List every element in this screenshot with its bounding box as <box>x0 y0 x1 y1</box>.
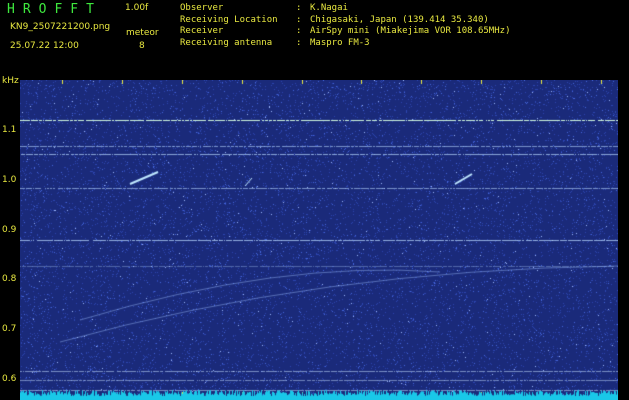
station-row-location: Receiving Location: Chigasaki, Japan (139… <box>180 14 489 25</box>
station-row-observer: Observer: K.Nagai <box>180 3 348 13</box>
date-time: 25.07.22 12:00 <box>10 41 79 51</box>
meteor-count: 8 <box>139 41 145 51</box>
app-brand: HROFFT <box>7 2 102 17</box>
header-panel: HROFFT 1.00f KN9_2507221200.png meteor 2… <box>0 0 629 76</box>
meteor-label: meteor <box>126 28 159 38</box>
freq-tick-label: 1.0 <box>2 175 17 185</box>
freq-tick-label: 0.8 <box>2 274 17 284</box>
station-row-receiver: Receiver: AirSpy mini (Miakejima VOR 108.… <box>180 26 511 36</box>
station-info: Observer: K.Nagai Receiving Location: Chig… <box>180 3 510 49</box>
freq-unit-label: kHz <box>2 76 19 86</box>
station-row-antenna: Receiving antenna: Maspro FM-3 <box>180 37 370 48</box>
app-version: 1.00f <box>125 3 149 13</box>
freq-tick-label: 1.1 <box>2 125 17 135</box>
freq-tick-label: 0.7 <box>2 324 17 334</box>
file-name: KN9_2507221200.png <box>10 22 111 32</box>
freq-tick-label: 0.6 <box>2 374 17 384</box>
spectrogram-canvas <box>20 80 618 400</box>
freq-tick-label: 0.9 <box>2 225 17 235</box>
